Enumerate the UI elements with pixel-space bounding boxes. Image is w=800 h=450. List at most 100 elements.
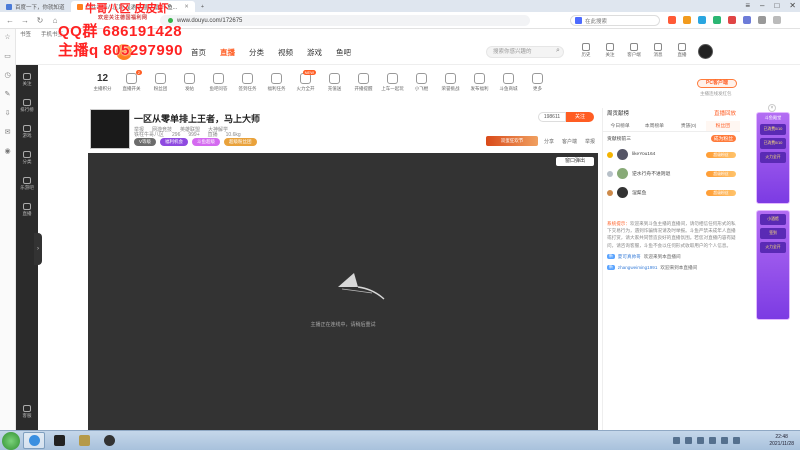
broadcast-button[interactable]: 直播 (673, 43, 691, 58)
extension-icon[interactable] (743, 16, 751, 24)
tab-week[interactable]: 本周榜单 (637, 121, 671, 131)
pc-client-button[interactable]: PC客户端 (697, 79, 737, 88)
level-tag[interactable]: V等级 (134, 138, 157, 146)
tool-item[interactable]: 更多 (523, 70, 552, 92)
browser-search-input[interactable]: 在此搜索 (570, 15, 660, 26)
share-button[interactable]: 分享 (544, 138, 554, 145)
follow-button[interactable]: 关注 (566, 112, 594, 122)
tab-fans[interactable]: 粉丝团 (705, 121, 740, 131)
sidebar-item-category[interactable]: 分类 (23, 151, 32, 165)
chat-user[interactable]: zhangweiming1991 (618, 265, 658, 270)
douyu-logo[interactable] (116, 43, 186, 61)
tool-item[interactable]: 发帖 (175, 70, 204, 92)
maximize-button[interactable]: □ (774, 1, 779, 10)
minimize-button[interactable]: – (760, 1, 764, 10)
sidebar-item-game[interactable]: 游戏 (23, 125, 32, 139)
welfare-tag[interactable]: 福利机会 (160, 138, 189, 146)
tool-item[interactable]: 充值送 (320, 70, 349, 92)
nav-category[interactable]: 分类 (249, 47, 264, 58)
taskbar-app[interactable] (48, 432, 70, 449)
download-icon[interactable]: ⇩ (5, 109, 11, 117)
tray-icon[interactable] (673, 437, 680, 444)
extension-icon[interactable] (713, 16, 721, 24)
tool-item[interactable]: 鱼吧问答 (204, 70, 233, 92)
event-item[interactable]: 火力全开 (760, 242, 786, 253)
extension-icon[interactable] (698, 16, 706, 24)
video-player[interactable]: 窗口弹出 主播正在连线中，请稍后重试 (88, 153, 598, 430)
star-icon[interactable]: ☆ (4, 33, 10, 41)
volume-icon[interactable] (733, 437, 740, 444)
event-item[interactable]: 已消费0/10 (760, 138, 786, 149)
window-icon[interactable]: ▭ (4, 52, 11, 60)
sidebar-item-leyou[interactable]: 乐游吧 (20, 177, 34, 191)
close-window-button[interactable]: ✕ (789, 1, 796, 10)
search-icon[interactable]: ⌕ (556, 47, 560, 55)
rank-row[interactable]: likeYou164 超级粉丝 (603, 145, 740, 164)
tray-icon[interactable] (721, 437, 728, 444)
tray-icon[interactable] (685, 437, 692, 444)
rank-row[interactable]: 涅槃鱼 超级粉丝 (603, 183, 740, 202)
client-button[interactable]: 客户端 (625, 43, 643, 58)
tab-today[interactable]: 今日榜单 (603, 121, 637, 131)
close-tab-icon[interactable]: ✕ (184, 4, 189, 10)
replay-link[interactable]: 直播回放 (714, 109, 736, 117)
tray-icon[interactable] (697, 437, 704, 444)
tool-item[interactable]: 粉丝团 (146, 70, 175, 92)
super-tag[interactable]: 斗鱼超级 (192, 138, 221, 146)
sidebar-item-rank[interactable]: 排行榜 (20, 99, 34, 113)
event-item[interactable]: 火力全开 (760, 152, 786, 163)
sidebar-item-follow[interactable]: 关注 (23, 73, 32, 87)
extension-icon[interactable] (773, 16, 781, 24)
tool-item[interactable]: 签到任务 (233, 70, 262, 92)
tab-noble[interactable]: 贵族(0) (672, 121, 706, 131)
extension-icon[interactable] (668, 16, 676, 24)
tray-icon[interactable] (709, 437, 716, 444)
forward-button[interactable]: → (21, 16, 29, 25)
browser-tab-baidu[interactable]: 百度一下，你就知道 (0, 1, 71, 12)
join-fans-button[interactable]: 成为粉丝 (710, 135, 736, 142)
nav-yuba[interactable]: 鱼吧 (336, 47, 351, 58)
report-button[interactable]: 举报 (585, 138, 595, 145)
bookmark-item[interactable]: 书签 (20, 30, 31, 38)
tool-item[interactable]: 荣誉挑战 (436, 70, 465, 92)
home-button[interactable]: ⌂ (51, 16, 59, 25)
browser-tab-douyu[interactable]: 铁柱牛哥八区跳 星游联盟直播_斗鱼... ✕ (70, 1, 195, 12)
extension-icon[interactable] (683, 16, 691, 24)
menu-button[interactable]: ≡ (745, 1, 750, 10)
user-avatar[interactable] (698, 44, 713, 59)
nav-home[interactable]: 首页 (191, 47, 206, 58)
event-card[interactable]: 小酒馆 签到 火力全开 (756, 210, 790, 320)
tool-item[interactable]: 小飞棍 (407, 70, 436, 92)
extension-icon[interactable] (728, 16, 736, 24)
start-button[interactable] (2, 431, 20, 450)
sidebar-item-live[interactable]: 直播 (23, 203, 32, 217)
follow-list-button[interactable]: 关注 (601, 43, 619, 58)
promo-banner[interactable]: 双蛋狂欢节 (486, 136, 538, 146)
tool-item[interactable]: 12 主播积分 (88, 70, 117, 92)
note-icon[interactable]: ✎ (5, 90, 11, 98)
nav-live[interactable]: 直播 (220, 47, 235, 58)
chat-user[interactable]: 夏可真帅哥 (618, 254, 641, 260)
tool-item[interactable]: 斗鱼商城 (494, 70, 523, 92)
event-item[interactable]: 小酒馆 (760, 214, 786, 225)
taskbar-browser[interactable] (23, 432, 45, 449)
new-tab-button[interactable]: + (195, 1, 210, 12)
tool-item[interactable]: 发布福利 (465, 70, 494, 92)
tool-item[interactable]: 开播提醒 (349, 70, 378, 92)
tool-item[interactable]: 福利任务 (262, 70, 291, 92)
event-card[interactable]: 斗鱼殿堂 已消费0/10 已消费0/10 火力全开 (756, 112, 790, 204)
message-button[interactable]: 消息 (649, 43, 667, 58)
sidebar-item-service[interactable]: 客服 (23, 405, 32, 419)
game-icon[interactable]: ◉ (4, 147, 10, 155)
extension-icon[interactable] (758, 16, 766, 24)
mail-icon[interactable]: ✉ (5, 128, 11, 136)
douyu-search-input[interactable]: 搜索你感兴趣的 (486, 46, 564, 58)
url-input[interactable]: www.douyu.com/172675 (160, 15, 530, 26)
nav-game[interactable]: 游戏 (307, 47, 322, 58)
bookmark-item[interactable]: 手机书签 (41, 30, 63, 38)
taskbar-app[interactable] (73, 432, 95, 449)
client-link[interactable]: 客户端 (562, 138, 577, 145)
popout-button[interactable]: 窗口弹出 (556, 157, 594, 166)
fans-club-tag[interactable]: 超级粉丝团 (224, 138, 257, 146)
system-clock[interactable]: 22:48 2021/11/28 (769, 434, 794, 448)
